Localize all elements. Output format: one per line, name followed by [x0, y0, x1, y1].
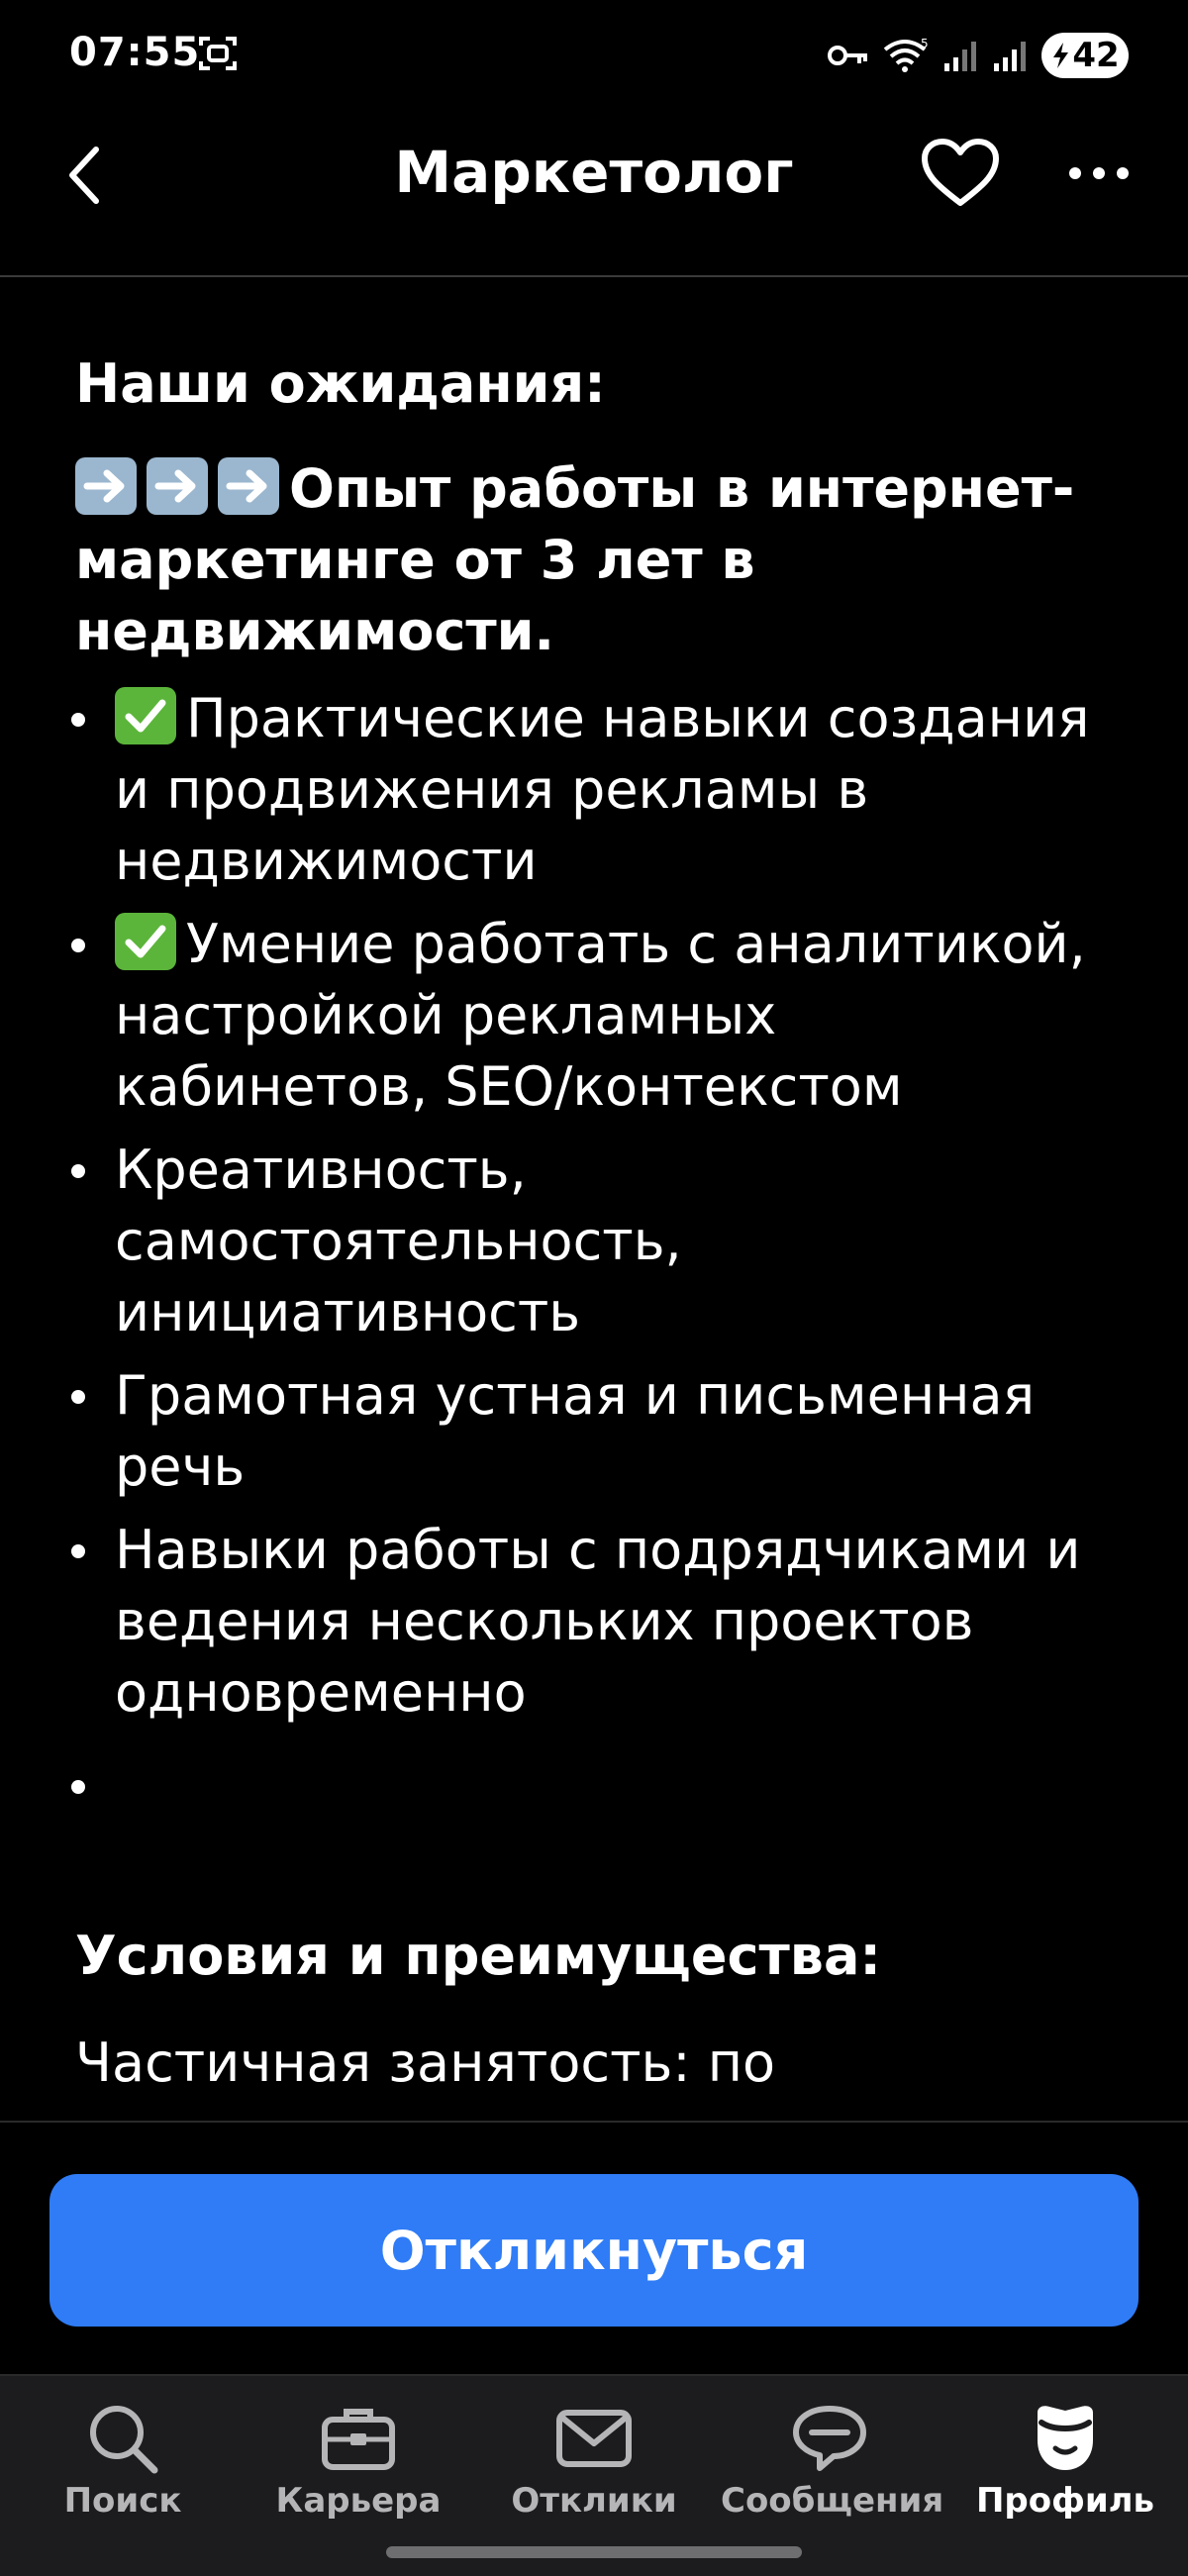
bullet-dot: [71, 1390, 85, 1404]
nav-label: Профиль: [975, 2481, 1155, 2521]
list-item-text: Грамотная устная и письменная речь: [115, 1364, 1036, 1498]
battery-indicator: 42: [1041, 33, 1129, 78]
list-item-text: Креативность, самостоятельность, инициат…: [115, 1139, 682, 1343]
list-item: [0, 1750, 1095, 1822]
list-item-text: Практические навыки создания и продвижен…: [115, 687, 1090, 892]
favorite-button[interactable]: [916, 129, 1005, 218]
conditions-heading: Условия и преимущества:: [75, 1925, 882, 1987]
apply-bar: Откликнуться: [0, 2121, 1188, 2376]
list-item-text: Умение работать с аналитикой, настройкой…: [115, 913, 1086, 1118]
right-arrow-icon: [147, 457, 208, 515]
nav-item-profile[interactable]: Профиль: [956, 2396, 1174, 2534]
search-icon: [90, 2406, 158, 2474]
home-indicator[interactable]: [386, 2546, 802, 2558]
list-item-text: Навыки работы с подрядчиками и ведения н…: [115, 1519, 1081, 1724]
list-item: Грамотная устная и письменная речь: [0, 1360, 1095, 1503]
bullet-dot: [71, 939, 85, 952]
conditions-text: Частичная занятость: по: [75, 2031, 776, 2094]
status-bar: 07:55 5 42: [0, 0, 1188, 111]
expectations-heading: Наши ожидания:: [75, 352, 606, 415]
bullet-dot: [71, 1544, 85, 1558]
right-arrow-icon: [75, 457, 137, 515]
nav-item-messages[interactable]: Сообщения: [721, 2396, 944, 2534]
briefcase-icon: [322, 2409, 395, 2470]
signal-icon: [944, 42, 976, 71]
nav-label: Поиск: [63, 2481, 182, 2521]
nav-label: Отклики: [511, 2481, 677, 2521]
right-arrow-icon: [218, 457, 279, 515]
more-button[interactable]: [1059, 129, 1138, 218]
list-item: Практические навыки создания и продвижен…: [0, 683, 1095, 897]
header: Маркетолог: [0, 111, 1188, 277]
signal-icon-2: [994, 42, 1026, 71]
battery-level: 42: [1072, 36, 1120, 75]
requirements-list: Практические навыки создания и продвижен…: [0, 683, 1188, 1833]
wifi-icon: 5: [883, 37, 929, 72]
envelope-icon: [556, 2410, 632, 2467]
bullet-dot: [71, 1780, 85, 1794]
svg-text:5: 5: [921, 37, 929, 50]
nav-item-responses[interactable]: Отклики: [485, 2396, 703, 2534]
lead-requirement: Опыт работы в интернет-маркетинге от 3 л…: [75, 453, 1125, 667]
chat-bubble-icon: [793, 2406, 866, 2471]
page-title: Маркетолог: [394, 139, 794, 206]
list-item: Умение работать с аналитикой, настройкой…: [0, 909, 1095, 1123]
check-mark-icon: [115, 913, 176, 970]
screen-record-icon: [198, 34, 238, 73]
more-dots-icon: [1069, 167, 1129, 179]
status-time: 07:55: [69, 30, 201, 75]
nav-item-search[interactable]: Поиск: [14, 2396, 232, 2534]
nav-label: Карьера: [275, 2481, 442, 2521]
profile-icon: [1038, 2406, 1093, 2470]
vacancy-description[interactable]: Наши ожидания: Опыт работы в интернет-ма…: [0, 277, 1188, 2121]
list-item: Креативность, самостоятельность, инициат…: [0, 1135, 1095, 1348]
bullet-dot: [71, 713, 85, 727]
nav-label: Сообщения: [721, 2481, 944, 2521]
apply-button[interactable]: Откликнуться: [50, 2174, 1138, 2327]
nav-item-career[interactable]: Карьера: [249, 2396, 467, 2534]
status-icons: 5 42: [826, 28, 1129, 83]
list-item: Навыки работы с подрядчиками и ведения н…: [0, 1515, 1095, 1729]
bullet-dot: [71, 1164, 85, 1178]
battery-saver-icon: [1053, 43, 1068, 68]
check-mark-icon: [115, 687, 176, 744]
key-icon: [828, 46, 867, 65]
heart-icon: [922, 139, 999, 206]
